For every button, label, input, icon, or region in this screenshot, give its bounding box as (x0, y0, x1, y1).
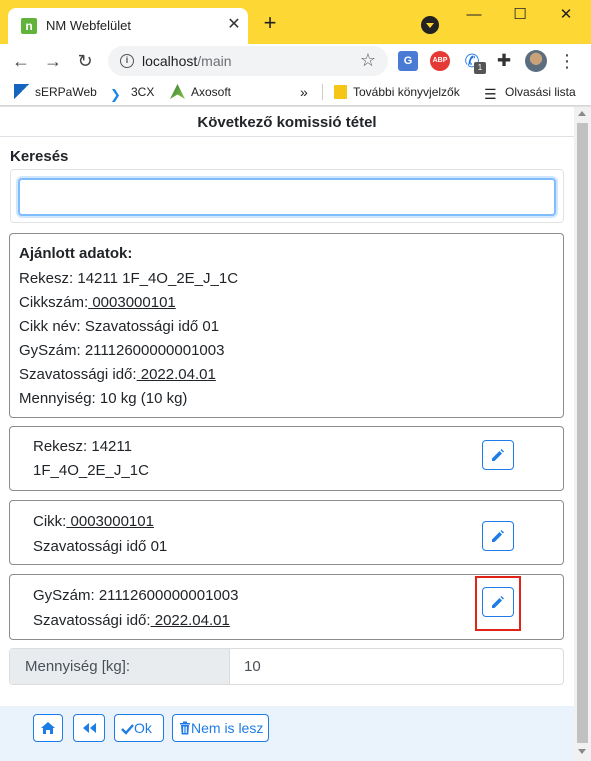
gyszam-line2: Szavatossági idő: 2022.04.01 (33, 612, 230, 629)
search-input[interactable] (18, 178, 556, 216)
pencil-icon (492, 530, 504, 542)
url-host: localhost (142, 53, 198, 69)
cikk-value: 0003000101 (66, 513, 154, 530)
bookmark-serpaweb[interactable]: sERPaWeb (14, 83, 97, 101)
rekesz-line1: Rekesz: 14211 (33, 438, 132, 455)
cancel-label: Nem is lesz (191, 720, 264, 736)
page-title: Következő komissió tétel (197, 114, 377, 131)
suggested-heading: Ajánlott adatok: (19, 245, 133, 262)
reading-list-label: Olvasási lista (505, 85, 576, 99)
szavatossag-value: 2022.04.01 (136, 366, 216, 383)
gyszam-szavatossag-label: Szavatossági idő: (33, 612, 151, 629)
scroll-up-arrow-icon[interactable] (578, 111, 586, 116)
edit-cikk-button[interactable] (482, 521, 514, 551)
page-scrollbar[interactable] (574, 107, 591, 761)
cikk-label: Cikk: (33, 513, 67, 530)
bookmarks-bar: sERPaWeb ❯ 3CX Axosoft » További könyvjel… (0, 78, 591, 106)
new-tab-button[interactable]: + (258, 12, 282, 36)
bookmark-3cx[interactable]: ❯ 3CX (110, 83, 155, 102)
home-icon (41, 722, 55, 734)
cikkszam-value: 0003000101 (88, 294, 176, 311)
ok-label: Ok (134, 720, 152, 736)
bookmark-folder-more[interactable]: További könyvjelzők (334, 83, 460, 101)
extension-badge: 1 (474, 62, 486, 74)
gyszam-card: GySzám: 21112600000001003 Szavatossági i… (9, 574, 564, 640)
reading-list-button[interactable]: ☰ Olvasási lista (484, 83, 576, 102)
szavatossag-label: Szavatossági idő: (19, 366, 137, 383)
rekesz-line2: 1F_4O_2E_J_1C (33, 462, 149, 479)
back-button[interactable]: ← (10, 50, 32, 72)
reload-button[interactable]: ↻ (74, 50, 96, 72)
gyszam-szavatossag-value: 2022.04.01 (150, 612, 230, 629)
scroll-thumb[interactable] (577, 123, 588, 743)
browser-tab[interactable]: n NM Webfelület ✕ (8, 8, 248, 44)
rekesz-card: Rekesz: 14211 1F_4O_2E_J_1C (9, 426, 564, 491)
suggested-cikk-nev: Cikk név: Szavatossági idő 01 (19, 318, 220, 335)
title-divider (0, 136, 574, 137)
rewind-icon (83, 723, 96, 733)
suggested-gyszam: GySzám: 21112600000001003 (19, 342, 225, 359)
forward-button[interactable]: → (42, 50, 64, 72)
profile-avatar[interactable] (525, 50, 547, 72)
bookmarks-divider (322, 84, 323, 100)
bookmarks-overflow-button[interactable]: » (300, 83, 308, 101)
reading-list-icon: ☰ (484, 86, 497, 102)
adblock-plus-icon[interactable]: ABP (430, 51, 450, 71)
cikk-card: Cikk: 0003000101 Szavatossági idő 01 (9, 500, 564, 565)
suggested-mennyiseg: Mennyiség: 10 kg (10 kg) (19, 390, 188, 407)
pencil-icon (492, 449, 504, 461)
chrome-menu-icon[interactable]: ⋮ (558, 50, 576, 72)
cikk-line1: Cikk: 0003000101 (33, 513, 154, 530)
highlight-box (475, 576, 521, 631)
home-button[interactable] (33, 714, 63, 742)
bookmark-label: Axosoft (191, 85, 232, 99)
page-viewport: Következő komissió tétel Keresés Ajánlot… (0, 107, 574, 761)
site-info-icon[interactable]: i (120, 54, 134, 68)
gyszam-line1: GySzám: 21112600000001003 (33, 587, 239, 604)
suggested-data-card: Ajánlott adatok: Rekesz: 14211 1F_4O_2E_… (9, 233, 564, 418)
nm-favicon-icon: n (21, 18, 37, 34)
scroll-down-arrow-icon[interactable] (578, 749, 586, 754)
url-text[interactable]: localhost/main (142, 53, 232, 69)
bookmark-axosoft[interactable]: Axosoft (170, 83, 231, 101)
axosoft-icon (170, 84, 185, 99)
ok-button[interactable]: Ok (114, 714, 164, 742)
url-path: /main (197, 53, 232, 69)
browser-titlebar: n NM Webfelület ✕ + — ☐ ✕ (0, 0, 591, 44)
translate-extension-icon[interactable]: G (398, 51, 418, 71)
bookmark-label: 3CX (131, 85, 155, 99)
browser-toolbar: ← → ↻ i localhost/main ☆ G ABP ✆ 1 ✚ ⋮ (0, 44, 591, 78)
bookmark-star-icon[interactable]: ☆ (360, 50, 376, 71)
maximize-button[interactable]: ☐ (508, 5, 532, 25)
search-label: Keresés (10, 148, 69, 165)
footer-bar: Ok Nem is lesz (0, 706, 574, 761)
address-bar[interactable]: i localhost/main ☆ (108, 46, 388, 76)
tab-search-icon[interactable] (421, 16, 439, 34)
bookmark-folder-label: További könyvjelzők (353, 85, 460, 99)
quantity-value[interactable]: 10 (244, 649, 261, 684)
3cx-icon: ❯ (110, 87, 121, 102)
cancel-button[interactable]: Nem is lesz (172, 714, 269, 742)
folder-icon (334, 85, 347, 99)
cikk-line2: Szavatossági idő 01 (33, 538, 168, 555)
edit-rekesz-button[interactable] (482, 440, 514, 470)
extensions-puzzle-icon[interactable]: ✚ (494, 51, 514, 71)
suggested-rekesz: Rekesz: 14211 1F_4O_2E_J_1C (19, 270, 239, 287)
trash-icon (180, 721, 190, 735)
quantity-label: Mennyiség [kg]: (10, 649, 230, 684)
suggested-szavatossag: Szavatossági idő: 2022.04.01 (19, 366, 216, 383)
check-icon (121, 724, 134, 735)
tab-title: NM Webfelület (46, 18, 132, 33)
close-window-button[interactable]: ✕ (554, 5, 578, 25)
quantity-row: Mennyiség [kg]: 10 (9, 648, 564, 685)
minimize-button[interactable]: — (462, 5, 486, 25)
serpaweb-icon (14, 84, 29, 99)
cikkszam-label: Cikkszám: (19, 294, 89, 311)
bookmark-label: sERPaWeb (35, 85, 97, 99)
search-container (10, 169, 564, 223)
tab-close-icon[interactable]: ✕ (225, 16, 243, 34)
suggested-cikkszam: Cikkszám: 0003000101 (19, 294, 176, 311)
back-step-button[interactable] (73, 714, 105, 742)
